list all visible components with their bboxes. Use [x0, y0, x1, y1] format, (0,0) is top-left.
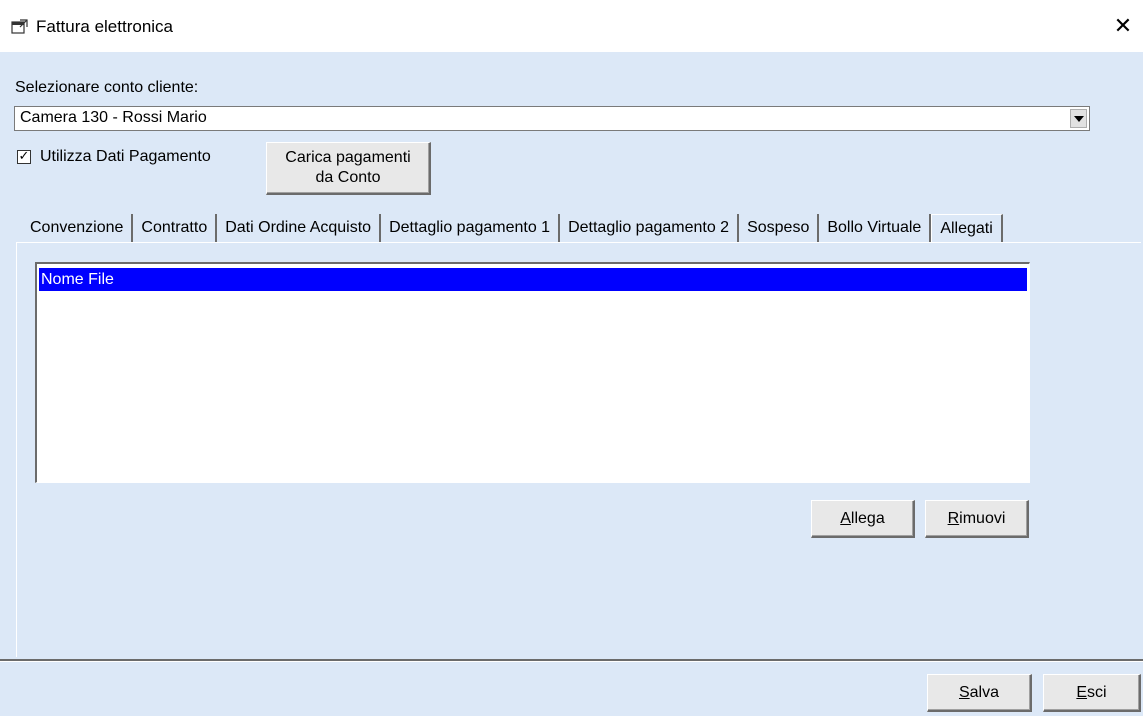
chevron-down-icon[interactable] [1070, 109, 1087, 128]
tab-sospeso[interactable]: Sospeso [739, 214, 820, 242]
title-bar: Fattura elettronica ✕ [0, 0, 1143, 52]
tab-contratto[interactable]: Contratto [133, 214, 218, 242]
tab-dettaglio-pagamento-2[interactable]: Dettaglio pagamento 2 [560, 214, 740, 242]
tab-allegati[interactable]: Allegati [931, 214, 1003, 242]
remove-accel: R [947, 509, 960, 527]
window-title: Fattura elettronica [36, 17, 174, 36]
remove-button[interactable]: Rimuovi [925, 500, 1029, 538]
tab-convenzione[interactable]: Convenzione [22, 214, 134, 242]
exit-accel: E [1076, 683, 1088, 701]
save-accel: S [958, 683, 970, 701]
app-window-icon [11, 19, 28, 34]
account-select[interactable]: Camera 130 - Rossi Mario [14, 106, 1090, 131]
attach-button[interactable]: Allega [811, 500, 915, 538]
footer-divider [0, 659, 1143, 662]
save-label: alva [969, 683, 1000, 701]
attachments-list[interactable]: Nome File [35, 262, 1030, 483]
load-payments-button[interactable]: Carica pagamenti da Conto [266, 142, 431, 195]
save-button[interactable]: Salva [927, 674, 1032, 712]
exit-label: sci [1087, 683, 1107, 701]
exit-button[interactable]: Esci [1043, 674, 1141, 712]
remove-label: imuovi [959, 509, 1006, 527]
tab-dati-ordine-acquisto[interactable]: Dati Ordine Acquisto [217, 214, 382, 242]
tab-dettaglio-pagamento-1[interactable]: Dettaglio pagamento 1 [381, 214, 561, 242]
tab-strip: Convenzione Contratto Dati Ordine Acquis… [22, 214, 1003, 242]
close-icon[interactable]: ✕ [1109, 12, 1137, 40]
list-item[interactable]: Nome File [39, 268, 1027, 291]
load-payments-line2: da Conto [315, 169, 381, 186]
attach-accel: A [840, 509, 851, 527]
load-payments-line1: Carica pagamenti [285, 149, 411, 166]
tab-bollo-virtuale[interactable]: Bollo Virtuale [819, 214, 932, 242]
fattura-window: Fattura elettronica ✕ Selezionare conto … [0, 0, 1143, 716]
account-select-value: Camera 130 - Rossi Mario [20, 109, 207, 126]
attach-label: llega [850, 509, 885, 527]
account-label: Selezionare conto cliente: [15, 79, 199, 96]
payment-data-label: Utilizza Dati Pagamento [40, 148, 211, 165]
payment-data-checkbox[interactable]: ✓ [17, 150, 31, 164]
